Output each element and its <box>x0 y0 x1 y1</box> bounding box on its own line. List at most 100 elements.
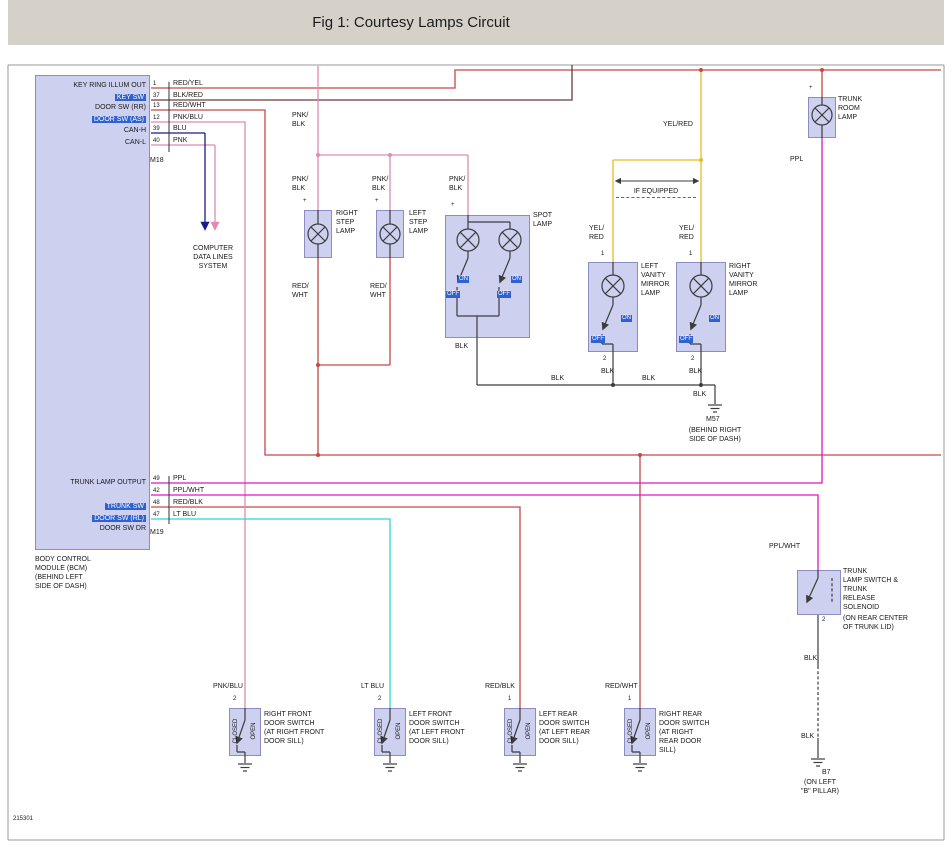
off-badge-spot-1: OFF <box>446 291 460 298</box>
wires-purple-ppl-pplwht <box>151 138 822 570</box>
trunk-lamp-switch-caption: TRUNK LAMP SWITCH & TRUNK RELEASE SOLENO… <box>843 567 898 612</box>
ground-b7-location: (ON LEFT "B" PILLAR) <box>795 778 845 796</box>
on-badge-spot-2: ON <box>511 276 522 283</box>
wire-label-pnk-blu-rf: PNK/BLU <box>213 682 243 691</box>
plus-pin-spot: + <box>451 201 455 209</box>
ground-symbol-lr <box>513 764 527 771</box>
wire-label-ppl-wht: PPL/WHT <box>173 486 204 495</box>
if-equipped-note: IF EQUIPPED <box>616 187 696 198</box>
step-lamp-right-box <box>304 210 332 258</box>
on-badge-spot-1: ON <box>458 276 469 283</box>
wire-label-blk-ground-drop: BLK <box>693 390 706 399</box>
door-rr-pin: 1 <box>628 695 631 703</box>
door-lr-caption: LEFT REAR DOOR SWITCH (AT LEFT REAR DOOR… <box>539 710 590 746</box>
plus-pin-step-left: + <box>375 197 379 205</box>
step-lamp-left-caption: LEFT STEP LAMP <box>409 209 428 236</box>
bcm-pin-number: 13 <box>153 102 160 110</box>
wire-label-blk-trunk-2: BLK <box>801 732 814 741</box>
bcm-pin-number: 47 <box>153 511 160 519</box>
bcm-pin-number: 40 <box>153 137 160 145</box>
trunk-room-lamp-box <box>808 97 836 138</box>
vanity-left-pin-top: 1 <box>601 250 604 258</box>
ground-b7-name: B7 <box>822 768 831 777</box>
wire-label-red-blk-lr: RED/BLK <box>485 682 515 691</box>
wire-blkred <box>151 65 572 100</box>
computer-data-lines-note: COMPUTER DATA LINES SYSTEM <box>180 244 246 271</box>
on-badge-vanity-right: ON <box>709 315 720 322</box>
trunk-room-lamp-caption: TRUNK ROOM LAMP <box>838 95 862 122</box>
wires-pink-pnkblk-pnkblu-pnk <box>151 66 468 708</box>
open-label-lf: OPEN <box>395 710 403 752</box>
wire-label-red-wht: RED/WHT <box>173 101 206 110</box>
off-badge-vanity-right: OFF <box>679 336 693 343</box>
trunk-lamp-switch-location: (ON REAR CENTER OF TRUNK LID) <box>843 614 908 632</box>
ground-symbol-b7 <box>811 759 825 766</box>
bcm-pin-number: 49 <box>153 475 160 483</box>
bcm-pin-name-door-sw-dr: DOOR SW DR <box>37 524 146 533</box>
vanity-lamp-right-caption: RIGHT VANITY MIRROR LAMP <box>729 262 757 298</box>
open-label-rr: OPEN <box>645 710 653 752</box>
wire-blu-can <box>151 133 205 229</box>
wire-label-red-wht-step-right: RED/ WHT <box>292 282 309 300</box>
bcm-pin-name-key-ring-illum-out: KEY RING ILLUM OUT <box>37 81 146 90</box>
bcm-connector-m19: M19 <box>150 528 164 537</box>
trunk-l amp-switch-box <box>797 570 841 615</box>
plus-pin-step-right: + <box>303 197 307 205</box>
door-rf-pin: 2 <box>233 695 236 703</box>
bcm-connector-m18: M18 <box>150 156 164 165</box>
door-lf-caption: LEFT FRONT DOOR SWITCH (AT LEFT FRONT DO… <box>409 710 465 746</box>
bcm-pin-number: 12 <box>153 114 160 122</box>
wire-label-lt-blu-lf: LT BLU <box>361 682 384 691</box>
vanity-right-pin-bottom: 2 <box>691 355 694 363</box>
step-lamp-left-box <box>376 210 404 258</box>
wire-label-ppl: PPL <box>173 474 186 483</box>
spot-lamp-caption: SPOT LAMP <box>533 211 552 229</box>
wire-label-pnk-blk-step-left: PNK/ BLK <box>372 175 388 193</box>
wire-label-red-wht-step-left: RED/ WHT <box>370 282 387 300</box>
open-label-rf: OPEN <box>250 710 258 752</box>
ground-symbol-lf <box>383 764 397 771</box>
ground-m57-name: M57 <box>706 415 720 424</box>
vanity-left-pin-bottom: 2 <box>603 355 606 363</box>
wire-label-ppl-trunk-room: PPL <box>790 155 803 164</box>
wire-label-yel-red-main: YEL/RED <box>663 120 693 129</box>
wire-label-pnk-blk-step-right: PNK/ BLK <box>292 175 308 193</box>
closed-label-lf: CLOSED <box>377 710 385 752</box>
wire-label-lt-blu: LT BLU <box>173 510 196 519</box>
bcm-pin-number: 39 <box>153 125 160 133</box>
diagram-number: 215301 <box>13 815 33 823</box>
wire-label-yel-red-vanity-right: YEL/ RED <box>679 224 694 242</box>
figure-title-bar: Fig 1: Courtesy Lamps Circuit <box>8 0 944 45</box>
door-rf-caption: RIGHT FRONT DOOR SWITCH (AT RIGHT FRONT … <box>264 710 324 746</box>
wire-label-yel-red-vanity-left: YEL/ RED <box>589 224 604 242</box>
wire-label-blk-vanity-right: BLK <box>689 367 702 376</box>
wire-label-blk-spot-out: BLK <box>455 342 468 351</box>
bcm-pin-name-door-sw-rr: DOOR SW (RR) <box>37 103 146 112</box>
wire-ltblu <box>151 519 390 708</box>
wire-label-pnk-blk-spot: PNK/ BLK <box>449 175 465 193</box>
bcm-pin-number: 1 <box>153 80 156 88</box>
bcm-pin-name-can-h: CAN-H <box>37 126 146 135</box>
on-badge-vanity-left: ON <box>621 315 632 322</box>
bcm-pin-name-trunk-lamp-output: TRUNK LAMP OUTPUT <box>37 478 146 487</box>
closed-label-lr: CLOSED <box>507 710 515 752</box>
figure-title: Fig 1: Courtesy Lamps Circuit <box>312 14 510 31</box>
wire-label-blk-vanity-left: BLK <box>601 367 614 376</box>
vanity-right-pin-top: 1 <box>689 250 692 258</box>
door-lf-pin: 2 <box>378 695 381 703</box>
wire-label-ppl-wht-trunk-switch: PPL/WHT <box>769 542 800 551</box>
wire-label-blk-bus-1: BLK <box>551 374 564 383</box>
bcm-pin-name-trunk-sw: TRUNK SW <box>37 502 146 511</box>
wire-label-blk-red: BLK/RED <box>173 91 203 100</box>
plus-pin-trunk-room: + <box>809 84 813 92</box>
door-lr-pin: 1 <box>508 695 511 703</box>
step-lamp-right-caption: RIGHT STEP LAMP <box>336 209 358 236</box>
ground-symbol-rf <box>238 764 252 771</box>
bcm-caption: BODY CONTROL MODULE (BCM) (BEHIND LEFT S… <box>35 555 91 591</box>
off-badge-spot-2: OFF <box>497 291 511 298</box>
wire-label-blk-bus-2: BLK <box>642 374 655 383</box>
bcm-pin-name-door-sw-rl: DOOR SW (RL) <box>37 514 146 523</box>
wire-label-pnk-blu: PNK/BLU <box>173 113 203 122</box>
wire-label-red-wht-rr: RED/WHT <box>605 682 638 691</box>
ground-symbol-m57 <box>708 405 722 412</box>
